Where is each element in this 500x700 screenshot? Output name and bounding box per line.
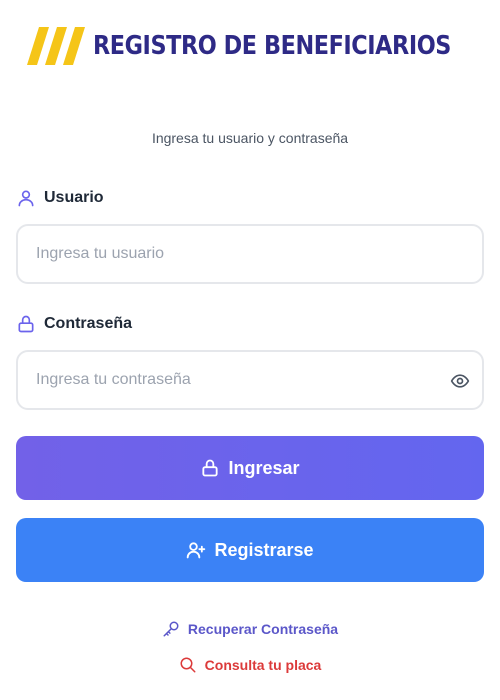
brand-title: REGISTRO DE BENEFICIARIOS [93, 31, 451, 61]
user-icon [18, 190, 34, 207]
login-subtitle: Ingresa tu usuario y contraseña [151, 130, 349, 146]
user-plus-icon [187, 542, 206, 559]
plate-lookup-label: Consulta tu placa [204, 657, 322, 673]
eye-icon[interactable] [450, 371, 470, 391]
recover-password-label: Recuperar Contraseña [187, 621, 339, 637]
plate-lookup-link[interactable]: Consulta tu placa [0, 656, 500, 674]
register-button-label: Registrarse [214, 539, 314, 560]
password-label-text: Contraseña [44, 315, 133, 332]
register-button[interactable]: Registrarse [16, 518, 484, 582]
user-label-text: Usuario [44, 189, 104, 206]
recover-password-link[interactable]: Recuperar Contraseña [0, 620, 500, 638]
header: REGISTRO DE BENEFICIARIOS [0, 26, 500, 66]
username-input[interactable] [18, 226, 482, 282]
password-input-wrapper [16, 350, 484, 410]
logo-stripes-icon [27, 27, 85, 65]
login-button-label: Ingresar [228, 457, 300, 478]
password-label: Contraseña [16, 314, 132, 334]
login-button[interactable]: Ingresar [16, 436, 484, 500]
search-icon [180, 657, 196, 673]
user-label: Usuario [16, 188, 104, 208]
lock-icon [18, 315, 34, 333]
password-input[interactable] [18, 352, 482, 408]
key-icon [163, 621, 179, 637]
user-input-wrapper [16, 224, 484, 284]
lock-icon [202, 459, 219, 477]
